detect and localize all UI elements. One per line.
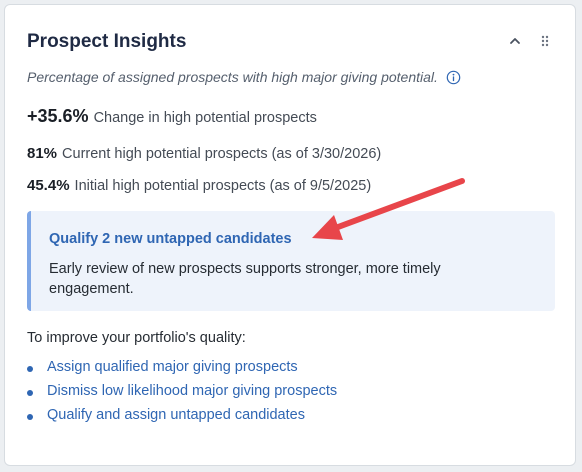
metric-initial: 45.4% Initial high potential prospects (…: [27, 177, 371, 194]
metric-label: Initial high potential prospects (as of …: [74, 178, 372, 194]
list-item: Dismiss low likelihood major giving pros…: [26, 383, 337, 407]
assign-prospects-link[interactable]: Assign qualified major giving prospects: [47, 359, 298, 375]
improve-list: Assign qualified major giving prospects …: [26, 359, 337, 431]
info-button[interactable]: [446, 69, 462, 85]
card-subtitle: Percentage of assigned prospects with hi…: [27, 69, 438, 85]
metric-label: Current high potential prospects (as of …: [62, 146, 382, 162]
metric-value: +35.6%: [27, 106, 89, 126]
collapse-button[interactable]: [507, 33, 523, 49]
dismiss-prospects-link[interactable]: Dismiss low likelihood major giving pros…: [47, 383, 337, 399]
list-item: Assign qualified major giving prospects: [26, 359, 337, 383]
metric-label: Change in high potential prospects: [93, 110, 317, 126]
drag-handle-icon: [541, 35, 549, 47]
metric-value: 45.4%: [27, 177, 70, 194]
drag-handle-button[interactable]: [537, 33, 553, 49]
metric-current: 81% Current high potential prospects (as…: [27, 145, 381, 162]
chevron-up-icon: [510, 38, 520, 44]
metric-change: +35.6% Change in high potential prospect…: [27, 106, 317, 127]
list-item: Qualify and assign untapped candidates: [26, 407, 337, 431]
callout-description: Early review of new prospects supports s…: [49, 261, 441, 297]
metric-value: 81%: [27, 145, 58, 162]
prospect-insights-card: Prospect Insights Percentage of assigned…: [4, 4, 576, 466]
info-icon: [447, 70, 461, 84]
subtitle-row: Percentage of assigned prospects with hi…: [27, 69, 462, 85]
card-header-controls: [507, 33, 553, 49]
recommendation-callout: Qualify 2 new untapped candidates Early …: [27, 211, 555, 311]
improve-heading: To improve your portfolio's quality:: [27, 330, 246, 346]
qualify-assign-link[interactable]: Qualify and assign untapped candidates: [47, 407, 305, 423]
card-title: Prospect Insights: [27, 31, 187, 52]
qualify-candidates-link[interactable]: Qualify 2 new untapped candidates: [49, 231, 292, 247]
